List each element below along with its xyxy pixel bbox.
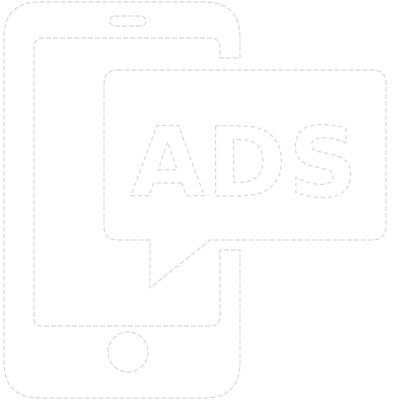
phone-home-button-icon	[107, 331, 149, 373]
ads-label: ADS	[130, 107, 359, 219]
mobile-ads-illustration: ADS	[3, 1, 387, 399]
phone-speaker-icon	[109, 15, 147, 27]
mobile-ads-icon: ADS	[0, 0, 400, 400]
